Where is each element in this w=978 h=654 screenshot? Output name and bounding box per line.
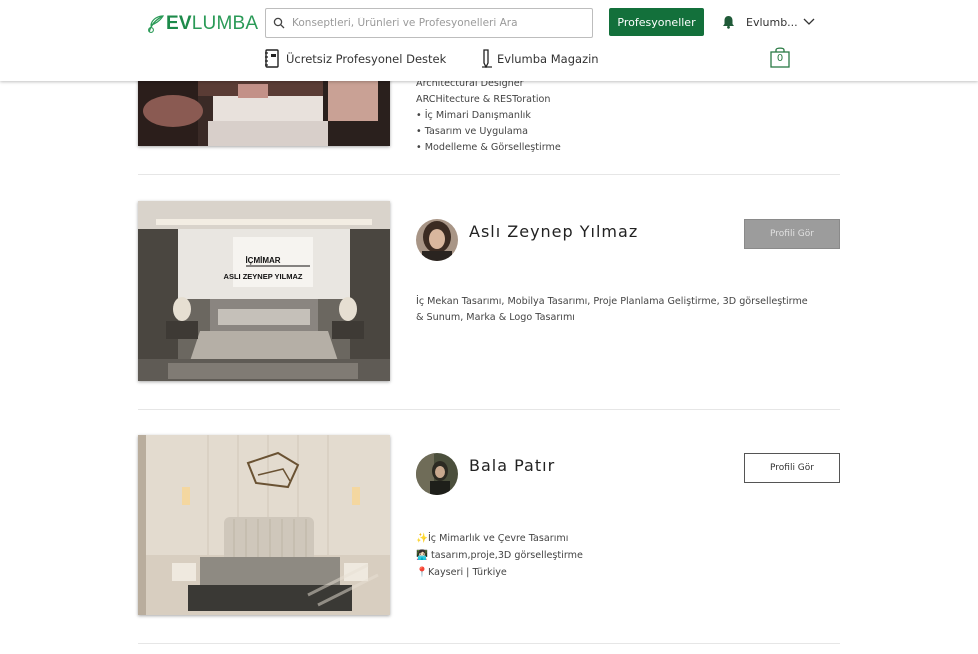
designer-card: Bala Patır Profili Gör ✨İç Mimarlık ve Ç… xyxy=(138,435,840,615)
search-bar[interactable] xyxy=(265,8,593,38)
notebook-icon xyxy=(265,49,279,68)
nav-magazine-label: Evlumba Magazin xyxy=(497,51,599,66)
chevron-down-icon[interactable] xyxy=(803,18,815,26)
logo-ev: EV xyxy=(166,13,192,34)
designer-description: ✨İç Mimarlık ve Çevre Tasarımı 👩🏻‍💻 tasa… xyxy=(416,530,826,581)
description-line: İç Mekan Tasarımı, Mobilya Tasarımı, Pro… xyxy=(416,296,808,307)
site-header: EVLUMBA Profesyoneller Evlumb... Ücretsi… xyxy=(0,0,978,81)
user-name[interactable]: Evlumb... xyxy=(746,16,798,29)
image-subtitle: ASLI ZEYNEP YILMAZ xyxy=(224,272,303,281)
nav-magazine[interactable]: Evlumba Magazin xyxy=(480,49,599,68)
nav-free-support[interactable]: Ücretsiz Profesyonel Destek xyxy=(264,49,446,68)
pen-icon xyxy=(482,49,492,68)
description-line: 👩🏻‍💻 tasarım,proje,3D görselleştirme xyxy=(416,550,583,561)
image-title: İÇMİMAR xyxy=(245,256,280,265)
nav-free-support-label: Ücretsiz Profesyonel Destek xyxy=(286,51,447,66)
leaf-logo-icon xyxy=(148,15,165,33)
designer-description: İç Mekan Tasarımı, Mobilya Tasarımı, Pro… xyxy=(416,294,826,326)
divider xyxy=(138,643,840,644)
designer-description: Architectural Designer ARCHitecture & RE… xyxy=(416,76,826,156)
description-line: • Tasarım ve Uygulama xyxy=(416,126,529,137)
description-line: • Modelleme & Görselleştirme xyxy=(416,142,561,153)
cart-button[interactable]: 0 xyxy=(769,46,791,68)
cart-count: 0 xyxy=(776,53,784,64)
description-line: & Sunum, Marka & Logo Tasarımı xyxy=(416,312,575,323)
divider xyxy=(138,174,840,175)
evlumba-logo[interactable]: EVLUMBA xyxy=(146,12,258,36)
logo-lumba: LUMBA xyxy=(191,13,259,34)
logo-text: EVLUMBA xyxy=(166,13,258,35)
avatar[interactable] xyxy=(416,219,458,261)
professionals-button[interactable]: Profesyoneller xyxy=(609,8,704,36)
description-line: • İç Mimari Danışmanlık xyxy=(416,110,531,121)
divider xyxy=(138,409,840,410)
project-image[interactable]: İÇMİMAR ASLI ZEYNEP YILMAZ xyxy=(138,201,390,381)
avatar[interactable] xyxy=(416,453,458,495)
search-input[interactable] xyxy=(292,10,592,36)
description-line: 📍Kayseri | Türkiye xyxy=(416,567,507,578)
search-icon xyxy=(266,17,292,29)
designer-name[interactable]: Bala Patır xyxy=(469,456,555,475)
view-profile-button[interactable]: Profili Gör xyxy=(744,219,840,249)
bell-icon[interactable] xyxy=(722,15,735,29)
designer-card: İÇMİMAR ASLI ZEYNEP YILMAZ Aslı Zeynep Y… xyxy=(138,201,840,381)
project-image[interactable] xyxy=(138,435,390,615)
description-line: ARCHitecture & RESToration xyxy=(416,94,551,105)
designer-name[interactable]: Aslı Zeynep Yılmaz xyxy=(469,222,638,241)
view-profile-button[interactable]: Profili Gör xyxy=(744,453,840,483)
description-line: ✨İç Mimarlık ve Çevre Tasarımı xyxy=(416,533,569,544)
